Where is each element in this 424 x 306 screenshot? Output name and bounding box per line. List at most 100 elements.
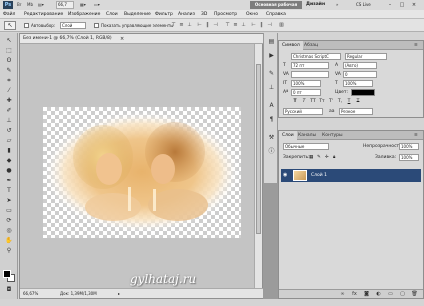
crop-tool-icon[interactable]: ⌗ (3, 76, 15, 85)
menu-select[interactable]: Выделение (124, 10, 151, 19)
lock-position-icon[interactable]: ✛ (325, 154, 329, 161)
distribute-right-icon[interactable]: ⊣ (266, 22, 273, 29)
move-tool-preset-icon[interactable]: ↖ (4, 21, 16, 30)
lock-image-icon[interactable]: ✎ (317, 154, 321, 161)
auto-select-checkbox[interactable] (24, 23, 29, 28)
layer-mask-icon[interactable]: ◙ (363, 291, 370, 298)
menu-image[interactable]: Изображение (68, 10, 100, 19)
menu-layers[interactable]: Слои (106, 10, 118, 19)
lock-all-icon[interactable]: 🔒︎ (333, 154, 335, 161)
horizontal-scale-input[interactable]: 100% (343, 80, 373, 87)
clone-source-panel-icon[interactable]: ⊥ (267, 83, 276, 92)
adjustment-layer-icon[interactable]: ◐ (375, 291, 382, 298)
layer-name[interactable]: Слой 1 (311, 169, 327, 182)
opacity-input[interactable]: 100% (399, 143, 419, 150)
subscript-button[interactable]: T, (336, 98, 344, 105)
new-group-icon[interactable]: ▭ (387, 291, 394, 298)
arrange-docs-icon[interactable]: ▦▾ (80, 1, 86, 9)
link-layers-icon[interactable]: ∞ (339, 291, 346, 298)
design-workspace-link[interactable]: Дизайн (306, 1, 325, 9)
history-brush-icon[interactable]: ↺ (3, 126, 15, 135)
align-left-icon[interactable]: ⊢ (196, 22, 203, 29)
3d-orbit-icon[interactable]: ◎ (3, 226, 15, 235)
align-bottom-icon[interactable]: ⊥ (186, 22, 193, 29)
workspace-more-icon[interactable]: » (336, 1, 338, 9)
healing-brush-icon[interactable]: ✚ (3, 96, 15, 105)
cs-live-button[interactable]: CS Live (356, 1, 371, 9)
screen-mode-icon[interactable]: ▭▾ (94, 1, 100, 9)
minibridge-icon[interactable]: Mb (27, 1, 33, 9)
tracking-select[interactable]: 0 (343, 71, 377, 78)
zoom-tool-icon[interactable]: ⚲ (3, 246, 15, 255)
workspace-button[interactable]: Основная рабочая среда (250, 1, 302, 15)
menu-view[interactable]: Просмотр (214, 10, 237, 19)
dodge-tool-icon[interactable]: ● (3, 166, 15, 175)
clone-stamp-icon[interactable]: ⊥ (3, 116, 15, 125)
marquee-tool-icon[interactable]: ⬚ (3, 46, 15, 55)
align-hcenter-icon[interactable]: ‖ (204, 22, 211, 29)
menu-help[interactable]: Справка (266, 10, 286, 19)
actions-panel-icon[interactable]: ▶ (267, 51, 276, 60)
strikethrough-button[interactable]: T (354, 98, 362, 105)
distribute-bottom-icon[interactable]: ⊥ (240, 22, 247, 29)
3d-rotate-icon[interactable]: ⟳ (3, 216, 15, 225)
align-top-icon[interactable]: ⊤ (170, 22, 177, 29)
lock-transparent-icon[interactable]: ▦ (309, 154, 313, 161)
close-icon[interactable]: × (410, 2, 418, 8)
bridge-icon[interactable]: Br (17, 1, 21, 9)
tab-channels[interactable]: Каналы (295, 131, 319, 140)
underline-button[interactable]: T (345, 98, 353, 105)
zoom-status[interactable]: 66,67% (23, 290, 38, 298)
delete-layer-icon[interactable]: 🗑︎ (411, 291, 418, 298)
auto-select-dropdown[interactable]: Слой (60, 22, 86, 29)
kerning-select[interactable] (291, 71, 329, 78)
layer-row[interactable]: ◉ Слой 1 (281, 169, 421, 182)
tab-paragraph[interactable]: Абзац (301, 41, 321, 50)
path-select-icon[interactable]: ➤ (3, 196, 15, 205)
character-panel-icon[interactable]: A (267, 101, 276, 110)
align-vcenter-icon[interactable]: ≡ (178, 22, 185, 29)
foreground-color-swatch[interactable] (3, 270, 11, 278)
info-panel-icon[interactable]: ⓘ (267, 147, 276, 156)
status-menu-icon[interactable]: ▸ (118, 290, 120, 298)
distribute-hcenter-icon[interactable]: ‖ (258, 22, 265, 29)
font-style-select[interactable]: Regular (345, 53, 387, 60)
font-family-select[interactable]: Christmas ScriptC (291, 53, 341, 60)
distribute-vcenter-icon[interactable]: ≡ (232, 22, 239, 29)
canvas[interactable] (43, 107, 241, 238)
vertical-scale-input[interactable]: 100% (291, 80, 321, 87)
document-close-icon[interactable]: × (120, 34, 124, 44)
auto-align-icon[interactable]: ▥ (278, 22, 285, 29)
menu-3d[interactable]: 3D (201, 10, 207, 19)
distribute-left-icon[interactable]: ⊢ (250, 22, 257, 29)
panel-menu-icon[interactable]: ≡ (411, 41, 421, 50)
show-controls-checkbox[interactable] (94, 23, 99, 28)
pen-tool-icon[interactable]: ✒ (3, 176, 15, 185)
font-size-select[interactable]: 72 пт (291, 62, 329, 69)
vertical-scroll-thumb[interactable] (256, 64, 261, 234)
tab-character[interactable]: Символ (279, 41, 303, 50)
fill-input[interactable]: 100% (399, 154, 419, 161)
lasso-tool-icon[interactable]: ʘ (3, 56, 15, 65)
eraser-tool-icon[interactable]: ▱ (3, 136, 15, 145)
quick-mask-icon[interactable]: ◘ (3, 285, 15, 294)
canvas-area[interactable] (20, 44, 256, 290)
layer-style-icon[interactable]: fx (351, 291, 358, 298)
small-caps-button[interactable]: Tт (318, 98, 326, 105)
all-caps-button[interactable]: TT (309, 98, 317, 105)
quick-select-tool-icon[interactable]: ✎ (3, 66, 15, 75)
layers-menu-icon[interactable]: ≡ (411, 131, 421, 140)
zoom-level-select[interactable]: 66,7 (56, 1, 74, 9)
antialias-select[interactable]: Резкое (339, 108, 373, 115)
move-tool-icon[interactable]: ↖ (3, 36, 15, 45)
brushes-panel-icon[interactable]: ✎ (267, 69, 276, 78)
vertical-scrollbar[interactable] (254, 44, 262, 290)
menu-window[interactable]: Окно (246, 10, 258, 19)
blend-mode-select[interactable]: Обычные (283, 143, 329, 150)
new-layer-icon[interactable]: ▢ (399, 291, 406, 298)
history-panel-icon[interactable]: ▤ (267, 37, 276, 46)
paragraph-panel-icon[interactable]: ¶ (267, 115, 276, 124)
eyedropper-tool-icon[interactable]: ⁄ (3, 86, 15, 95)
hand-tool-icon[interactable]: ✋ (3, 236, 15, 245)
tools-preset-icon[interactable]: ⚒ (267, 133, 276, 142)
